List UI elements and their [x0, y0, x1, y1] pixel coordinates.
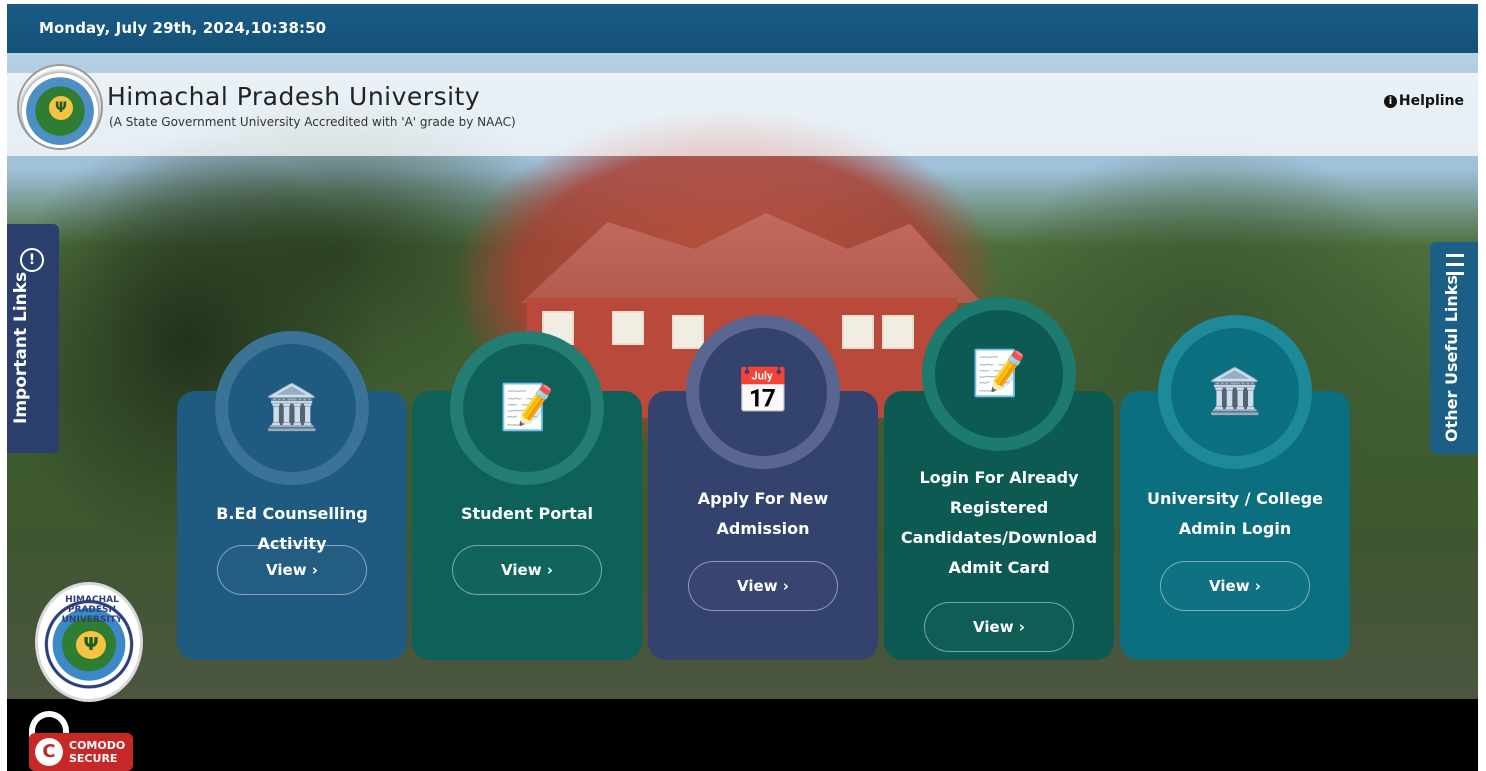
exam-icon: 📝: [463, 344, 591, 472]
view-button-apply-admission[interactable]: View ›: [688, 561, 838, 611]
card-title: Student Portal: [460, 504, 593, 523]
card-icon-ring: 🏛️: [215, 331, 369, 485]
card-login-admit-card: 📝 Login For Already Registered Candidate…: [884, 297, 1114, 660]
card-apply-admission: 📅 Apply For New Admission View ›: [648, 315, 878, 660]
comodo-brand-top: COMODO: [69, 739, 126, 752]
building-icon: 🏛️: [1171, 328, 1299, 456]
building-icon: 🏛️: [228, 344, 356, 472]
view-button-student-portal[interactable]: View ›: [452, 545, 602, 595]
view-button-login-admit-card[interactable]: View ›: [924, 602, 1074, 652]
comodo-brand-bottom: SECURE: [69, 752, 118, 765]
comodo-secure-badge[interactable]: C COMODO SECURE: [29, 711, 133, 771]
view-button-admin-login[interactable]: View ›: [1160, 561, 1310, 611]
university-seal: HIMACHAL PRADESH UNIVERSITY Ψ: [35, 582, 143, 702]
card-icon-ring: 📅: [686, 315, 840, 469]
card-title: Apply For New Admission: [697, 489, 829, 538]
card-title: University / College Admin Login: [1147, 489, 1323, 538]
page-frame: Monday, July 29th, 2024,10:38:50 Ψ Himac…: [7, 4, 1478, 771]
card-icon-ring: 📝: [922, 297, 1076, 451]
comodo-brand: COMODO SECURE: [69, 739, 125, 765]
card-admin-login: 🏛️ University / College Admin Login View…: [1120, 315, 1350, 660]
view-button-bed-counselling[interactable]: View ›: [217, 545, 367, 595]
card-bed-counselling: 🏛️ B.Ed Counselling Activity View ›: [177, 331, 407, 660]
emblem-icon: Ψ: [76, 631, 106, 659]
comodo-c-icon: C: [35, 738, 63, 766]
card-student-portal: 📝 Student Portal View ›: [412, 331, 642, 660]
seal-text: HIMACHAL PRADESH UNIVERSITY: [61, 595, 123, 625]
card-icon-ring: 📝: [450, 331, 604, 485]
card-title: Login For Already Registered Candidates/…: [900, 468, 1098, 577]
exam-icon: 📝: [935, 310, 1063, 438]
card-icon-ring: 🏛️: [1158, 315, 1312, 469]
calendar-icon: 📅: [699, 328, 827, 456]
cards-container: 🏛️ B.Ed Counselling Activity View › 📝 St…: [7, 4, 1478, 771]
